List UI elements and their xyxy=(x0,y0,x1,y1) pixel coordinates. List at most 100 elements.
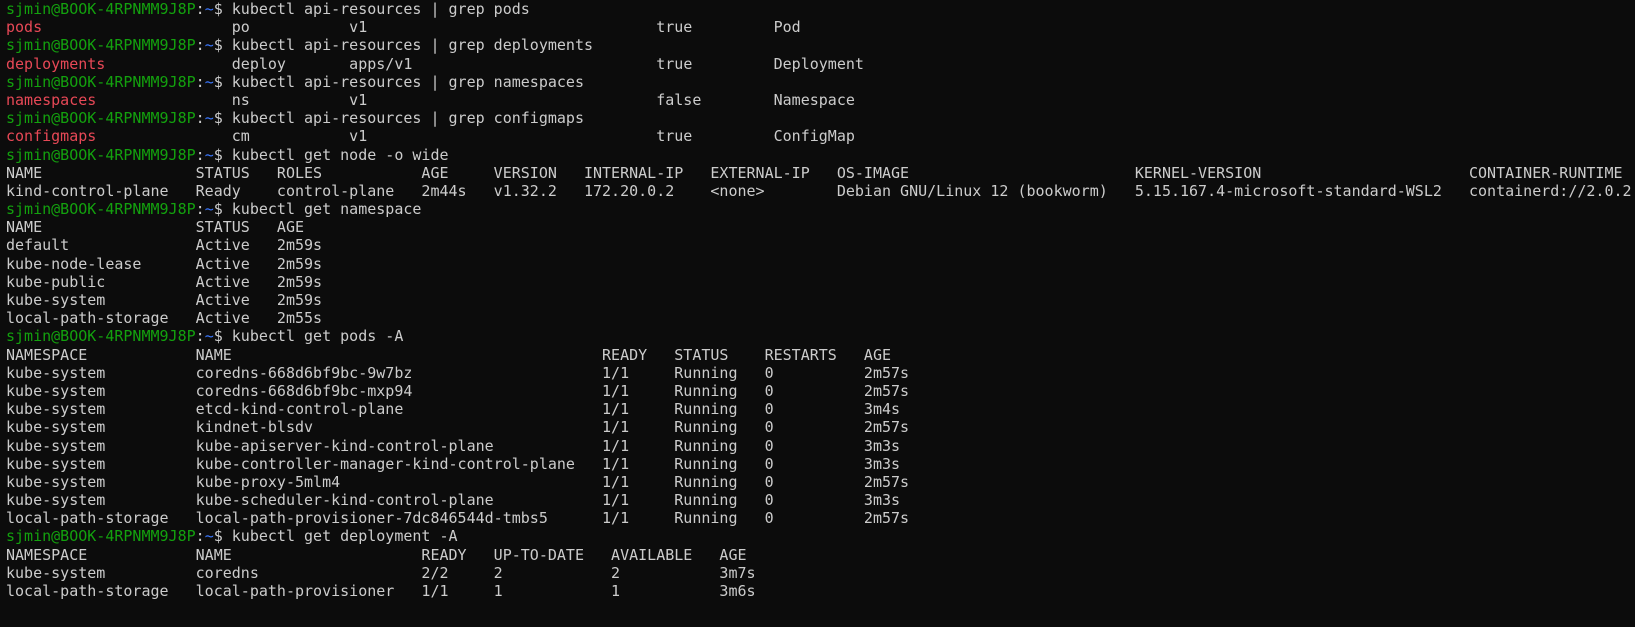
command-line: sjmin@BOOK-4RPNMM9J8P:~$ kubectl get dep… xyxy=(6,527,1635,545)
command-text: kubectl get deployment -A xyxy=(231,527,458,546)
terminal-window[interactable]: sjmin@BOOK-4RPNMM9J8P:~$ kubectl api-res… xyxy=(0,0,1635,627)
output-line: NAME STATUS ROLES AGE VERSION INTERNAL-I… xyxy=(6,164,1635,182)
output-line: NAMESPACE NAME READY UP-TO-DATE AVAILABL… xyxy=(6,546,1635,564)
command-line: sjmin@BOOK-4RPNMM9J8P:~$ kubectl get nod… xyxy=(6,146,1635,164)
command-line: sjmin@BOOK-4RPNMM9J8P:~$ kubectl api-res… xyxy=(6,36,1635,54)
prompt-separator: : xyxy=(195,145,205,164)
prompt-path: ~ xyxy=(204,327,214,346)
command-line: sjmin@BOOK-4RPNMM9J8P:~$ kubectl get nam… xyxy=(6,200,1635,218)
command-text: kubectl api-resources | grep deployments xyxy=(231,36,594,55)
prompt-path: ~ xyxy=(204,0,214,18)
output-text: kube-system coredns-668d6bf9bc-mxp94 1/1… xyxy=(6,381,910,400)
output-line: default Active 2m59s xyxy=(6,236,1635,254)
grep-output-line: pods po v1 true Pod xyxy=(6,18,1635,36)
prompt-separator: : xyxy=(195,109,205,128)
prompt-symbol: $ xyxy=(213,200,232,219)
grep-match-text: deployments xyxy=(6,54,106,73)
command-text: kubectl api-resources | grep pods xyxy=(231,0,530,18)
output-line: kube-system kube-controller-manager-kind… xyxy=(6,455,1635,473)
prompt-user: sjmin@BOOK-4RPNMM9J8P xyxy=(6,36,196,55)
output-line: kube-system kube-proxy-5mlm4 1/1 Running… xyxy=(6,473,1635,491)
output-line: kube-system kube-scheduler-kind-control-… xyxy=(6,491,1635,509)
prompt-path: ~ xyxy=(204,145,214,164)
output-text: kube-node-lease Active 2m59s xyxy=(6,254,323,273)
output-text: kube-public Active 2m59s xyxy=(6,272,323,291)
prompt-user: sjmin@BOOK-4RPNMM9J8P xyxy=(6,327,196,346)
prompt-user: sjmin@BOOK-4RPNMM9J8P xyxy=(6,0,196,18)
output-line: kube-system kindnet-blsdv 1/1 Running 0 … xyxy=(6,418,1635,436)
output-text: kube-system coredns-668d6bf9bc-9w7bz 1/1… xyxy=(6,363,910,382)
output-text: NAME STATUS ROLES AGE VERSION INTERNAL-I… xyxy=(6,163,1623,182)
output-line: local-path-storage local-path-provisione… xyxy=(6,509,1635,527)
output-line: kube-system kube-apiserver-kind-control-… xyxy=(6,437,1635,455)
command-text: kubectl get pods -A xyxy=(231,327,404,346)
output-line: kube-system coredns-668d6bf9bc-mxp94 1/1… xyxy=(6,382,1635,400)
output-text: kube-system kube-apiserver-kind-control-… xyxy=(6,436,901,455)
command-line: sjmin@BOOK-4RPNMM9J8P:~$ kubectl get pod… xyxy=(6,327,1635,345)
prompt-symbol: $ xyxy=(213,527,232,546)
prompt-path: ~ xyxy=(204,200,214,219)
output-text: kube-system coredns 2/2 2 2 3m7s xyxy=(6,563,756,582)
output-text: deploy apps/v1 true Deployment xyxy=(105,54,864,73)
prompt-user: sjmin@BOOK-4RPNMM9J8P xyxy=(6,527,196,546)
prompt-separator: : xyxy=(195,327,205,346)
grep-match-text: namespaces xyxy=(6,90,97,109)
prompt-separator: : xyxy=(195,36,205,55)
command-line: sjmin@BOOK-4RPNMM9J8P:~$ kubectl api-res… xyxy=(6,109,1635,127)
command-text: kubectl api-resources | grep configmaps xyxy=(231,109,584,128)
prompt-symbol: $ xyxy=(213,327,232,346)
output-line: kube-system coredns-668d6bf9bc-9w7bz 1/1… xyxy=(6,364,1635,382)
output-text: po v1 true Pod xyxy=(42,18,801,37)
output-text: local-path-storage local-path-provisione… xyxy=(6,582,756,600)
command-line: sjmin@BOOK-4RPNMM9J8P:~$ kubectl api-res… xyxy=(6,0,1635,18)
output-text: kind-control-plane Ready control-plane 2… xyxy=(6,181,1632,200)
output-text: kube-system kube-controller-manager-kind… xyxy=(6,454,901,473)
output-line: kind-control-plane Ready control-plane 2… xyxy=(6,182,1635,200)
command-text: kubectl api-resources | grep namespaces xyxy=(231,72,584,91)
output-line: kube-system etcd-kind-control-plane 1/1 … xyxy=(6,400,1635,418)
output-line: NAMESPACE NAME READY STATUS RESTARTS AGE xyxy=(6,346,1635,364)
command-text: kubectl get node -o wide xyxy=(231,145,449,164)
output-text: NAMESPACE NAME READY STATUS RESTARTS AGE xyxy=(6,345,892,364)
grep-output-line: namespaces ns v1 false Namespace xyxy=(6,91,1635,109)
output-line: kube-system Active 2m59s xyxy=(6,291,1635,309)
output-text: kube-system kube-scheduler-kind-control-… xyxy=(6,491,901,510)
prompt-symbol: $ xyxy=(213,0,232,18)
prompt-user: sjmin@BOOK-4RPNMM9J8P xyxy=(6,200,196,219)
prompt-separator: : xyxy=(195,72,205,91)
output-text: NAME STATUS AGE xyxy=(6,218,305,237)
output-line: kube-public Active 2m59s xyxy=(6,273,1635,291)
grep-output-line: deployments deploy apps/v1 true Deployme… xyxy=(6,55,1635,73)
output-line: local-path-storage Active 2m55s xyxy=(6,309,1635,327)
output-text: NAMESPACE NAME READY UP-TO-DATE AVAILABL… xyxy=(6,545,747,564)
output-text: ns v1 false Namespace xyxy=(96,90,855,109)
grep-output-line: configmaps cm v1 true ConfigMap xyxy=(6,127,1635,145)
grep-match-text: configmaps xyxy=(6,127,97,146)
prompt-symbol: $ xyxy=(213,36,232,55)
prompt-separator: : xyxy=(195,200,205,219)
output-line: kube-node-lease Active 2m59s xyxy=(6,255,1635,273)
output-line: kube-system coredns 2/2 2 2 3m7s xyxy=(6,564,1635,582)
output-text: cm v1 true ConfigMap xyxy=(96,127,855,146)
command-line: sjmin@BOOK-4RPNMM9J8P:~$ kubectl api-res… xyxy=(6,73,1635,91)
prompt-path: ~ xyxy=(204,36,214,55)
command-text: kubectl get namespace xyxy=(231,200,422,219)
output-text: default Active 2m59s xyxy=(6,236,323,255)
prompt-user: sjmin@BOOK-4RPNMM9J8P xyxy=(6,72,196,91)
prompt-path: ~ xyxy=(204,72,214,91)
prompt-user: sjmin@BOOK-4RPNMM9J8P xyxy=(6,145,196,164)
output-text: kube-system kindnet-blsdv 1/1 Running 0 … xyxy=(6,418,910,437)
output-text: local-path-storage local-path-provisione… xyxy=(6,509,910,528)
output-text: kube-system etcd-kind-control-plane 1/1 … xyxy=(6,400,901,419)
prompt-symbol: $ xyxy=(213,109,232,128)
output-text: kube-system kube-proxy-5mlm4 1/1 Running… xyxy=(6,472,910,491)
output-text: kube-system Active 2m59s xyxy=(6,291,323,309)
output-text: local-path-storage Active 2m55s xyxy=(6,309,323,328)
prompt-path: ~ xyxy=(204,527,214,546)
prompt-symbol: $ xyxy=(213,72,232,91)
prompt-separator: : xyxy=(195,527,205,546)
prompt-user: sjmin@BOOK-4RPNMM9J8P xyxy=(6,109,196,128)
output-line: NAME STATUS AGE xyxy=(6,218,1635,236)
prompt-separator: : xyxy=(195,0,205,18)
grep-match-text: pods xyxy=(6,18,43,37)
